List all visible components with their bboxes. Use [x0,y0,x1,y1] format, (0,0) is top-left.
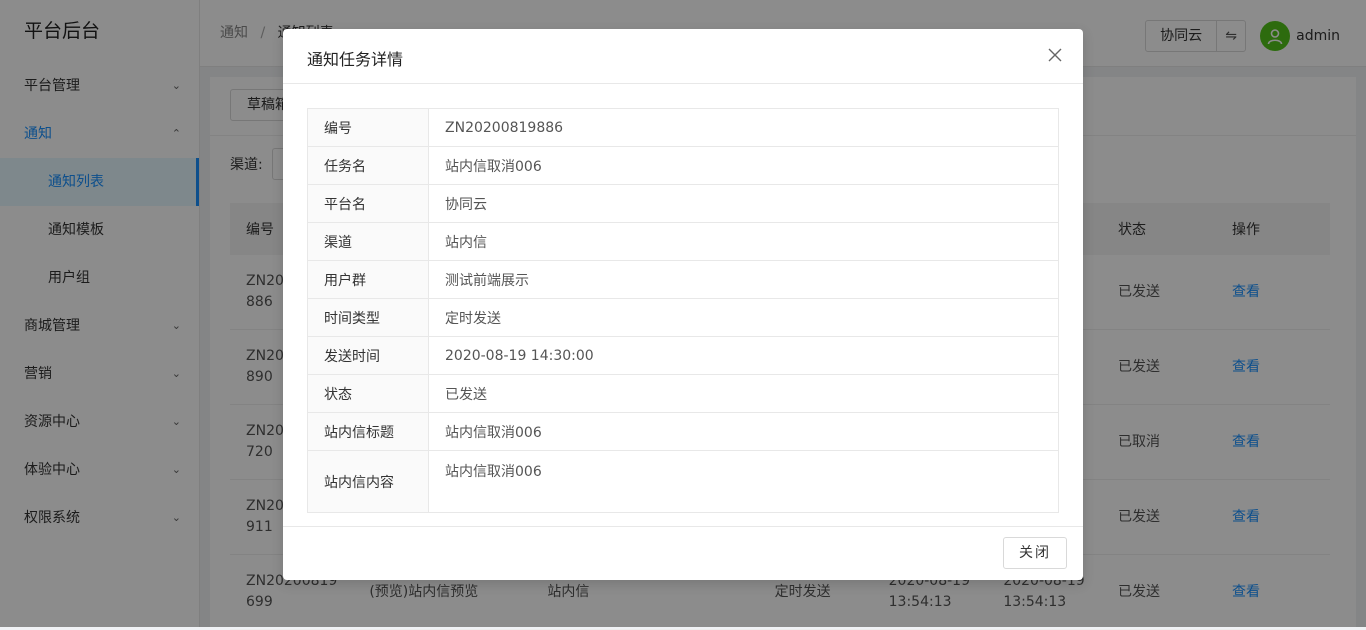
close-button[interactable]: 关闭 [1003,537,1067,569]
detail-row: 状态 已发送 [307,374,1059,413]
detail-row: 任务名 站内信取消006 [307,146,1059,185]
detail-key: 平台名 [307,184,429,223]
modal-header: 通知任务详情 [283,29,1083,84]
detail-key: 站内信内容 [307,450,429,513]
close-icon[interactable] [1043,43,1067,67]
detail-value: 定时发送 [428,298,1059,337]
detail-table: 编号 ZN20200819886 任务名 站内信取消006 平台名 协同云 渠道 站内信… [307,108,1059,513]
detail-key: 状态 [307,374,429,413]
detail-row: 渠道 站内信 [307,222,1059,261]
detail-value: 2020-08-19 14:30:00 [428,336,1059,375]
detail-key: 编号 [307,108,429,147]
detail-value: 站内信取消006 [428,412,1059,451]
detail-key: 站内信标题 [307,412,429,451]
detail-value: ZN20200819886 [428,108,1059,147]
detail-row: 平台名 协同云 [307,184,1059,223]
detail-value: 站内信 [428,222,1059,261]
modal-title: 通知任务详情 [307,50,404,69]
detail-value: 协同云 [428,184,1059,223]
detail-key: 渠道 [307,222,429,261]
detail-key: 时间类型 [307,298,429,337]
detail-value: 站内信取消006 [428,146,1059,185]
detail-row: 站内信内容 站内信取消006 [307,450,1059,513]
modal-body: 编号 ZN20200819886 任务名 站内信取消006 平台名 协同云 渠道 站内信… [307,108,1059,513]
detail-value: 站内信取消006 [428,450,1059,513]
detail-key: 任务名 [307,146,429,185]
notification-detail-modal: 通知任务详情 编号 ZN20200819886 任务名 站内信取消006 平台名 协同… [283,29,1083,580]
modal-footer: 关闭 [283,526,1083,580]
detail-value: 测试前端展示 [428,260,1059,299]
detail-row: 用户群 测试前端展示 [307,260,1059,299]
detail-row: 时间类型 定时发送 [307,298,1059,337]
detail-key: 用户群 [307,260,429,299]
detail-row: 发送时间 2020-08-19 14:30:00 [307,336,1059,375]
detail-row: 站内信标题 站内信取消006 [307,412,1059,451]
detail-row: 编号 ZN20200819886 [307,108,1059,147]
detail-value: 已发送 [428,374,1059,413]
detail-key: 发送时间 [307,336,429,375]
